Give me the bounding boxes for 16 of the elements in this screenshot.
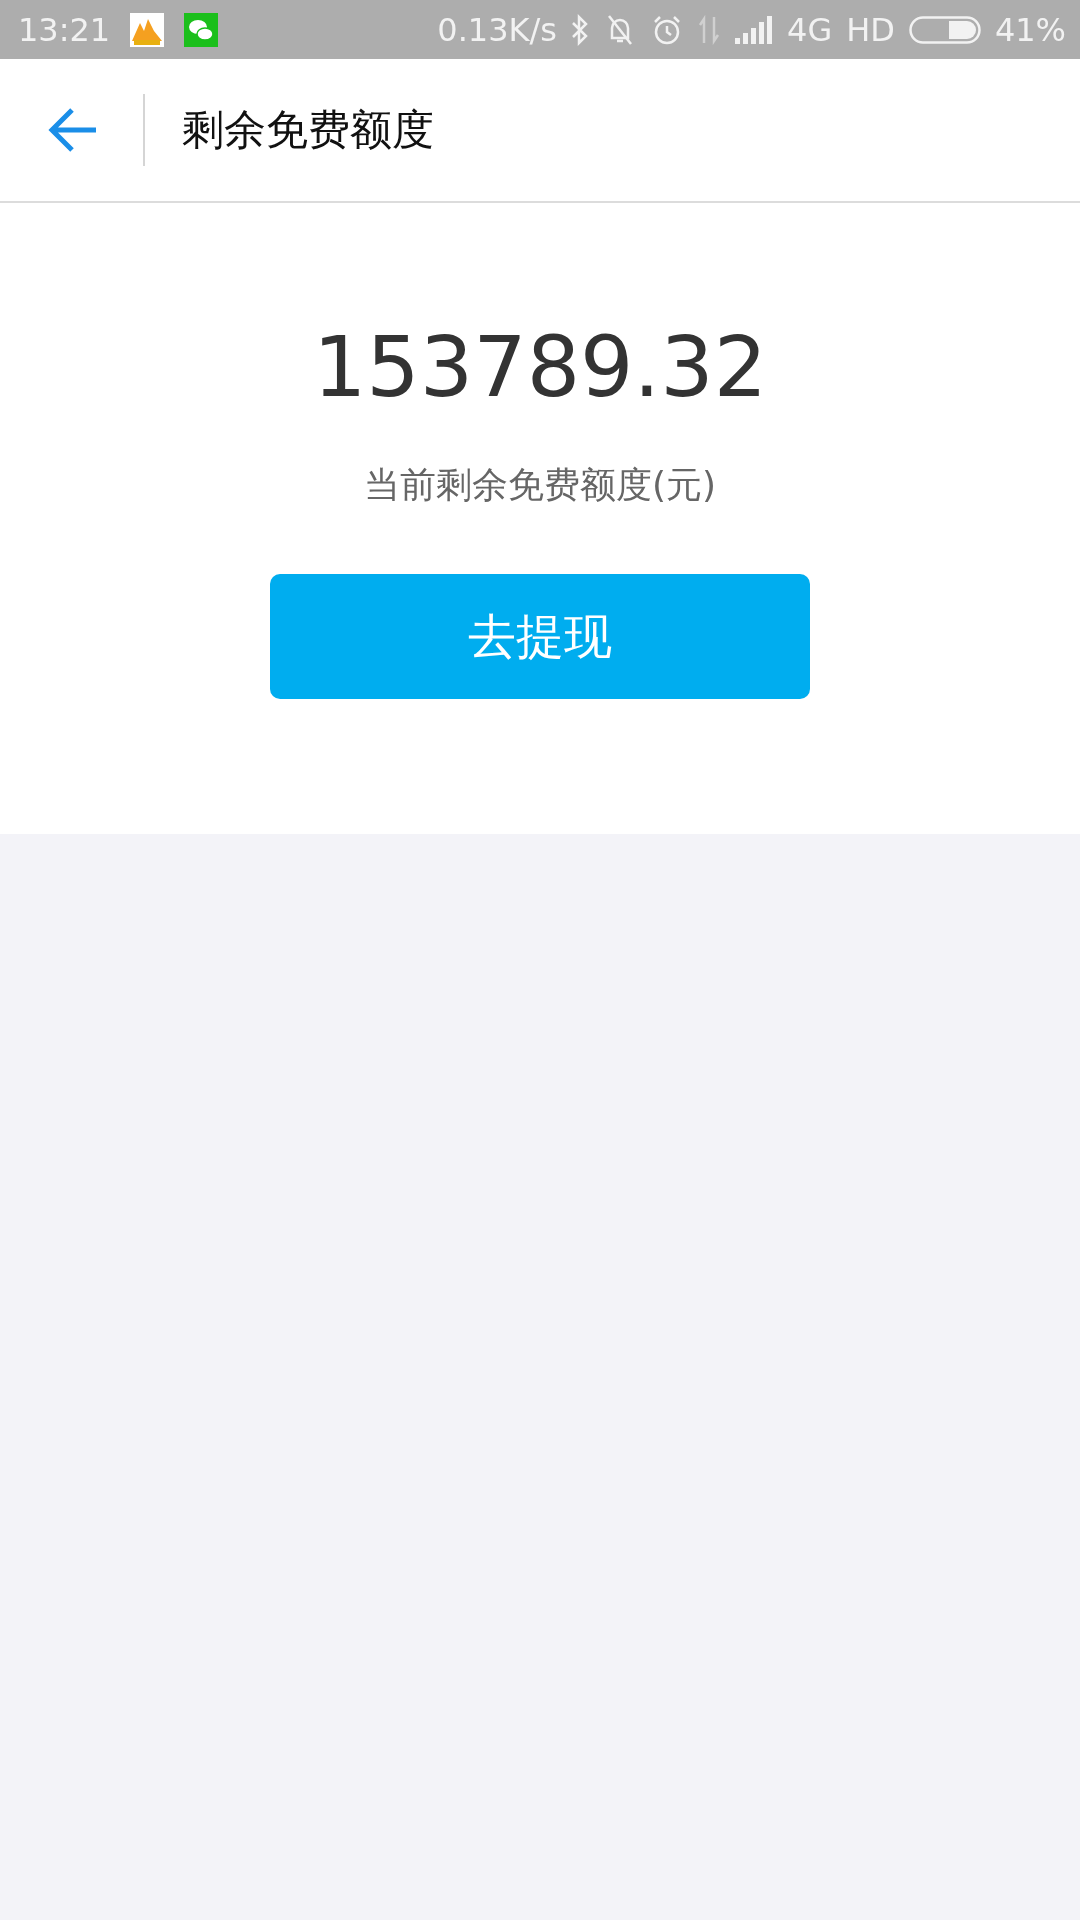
bluetooth-icon xyxy=(571,13,589,46)
network-speed: 0.13K/s xyxy=(437,10,557,49)
data-arrows-icon xyxy=(697,14,721,45)
network-type: 4G xyxy=(787,10,833,49)
chat-app-icon xyxy=(184,12,219,47)
withdraw-button[interactable]: 去提现 xyxy=(270,574,810,699)
hd-indicator: HD xyxy=(846,10,895,49)
signal-icon xyxy=(735,15,773,44)
balance-amount: 153789.32 xyxy=(312,325,768,409)
page-title: 剩余免费额度 xyxy=(182,104,434,156)
balance-caption: 当前剩余免费额度(元) xyxy=(363,463,717,507)
app-icon xyxy=(130,12,165,47)
back-arrow-icon xyxy=(48,106,96,154)
status-time: 13:21 xyxy=(18,10,111,49)
battery-percent: 41% xyxy=(994,10,1066,49)
battery-icon xyxy=(908,15,981,44)
